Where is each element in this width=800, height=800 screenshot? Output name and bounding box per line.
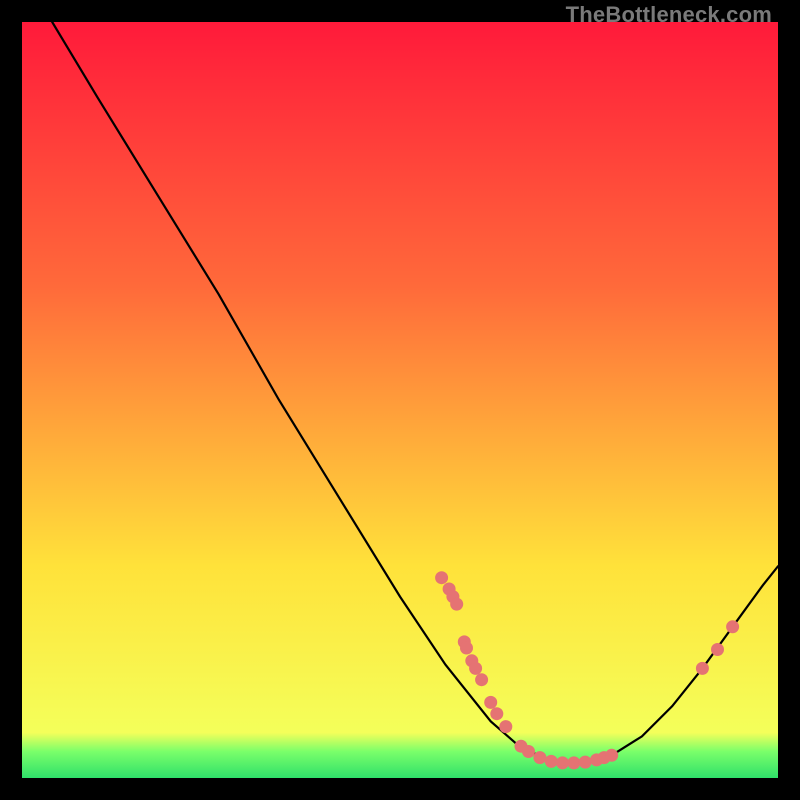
data-point (469, 662, 482, 675)
data-point (460, 642, 473, 655)
data-point (726, 620, 739, 633)
data-point (499, 720, 512, 733)
data-point (490, 707, 503, 720)
data-point (605, 749, 618, 762)
data-point (545, 755, 558, 768)
data-point (435, 571, 448, 584)
data-point (533, 751, 546, 764)
data-point (556, 756, 569, 769)
data-point (579, 756, 592, 769)
data-point (522, 745, 535, 758)
data-point (484, 696, 497, 709)
data-point (450, 598, 463, 611)
data-point (711, 643, 724, 656)
watermark-text: TheBottleneck.com (566, 2, 772, 28)
data-point (567, 756, 580, 769)
data-point (696, 662, 709, 675)
gradient-background (22, 22, 778, 778)
chart-frame (22, 22, 778, 778)
data-point (475, 673, 488, 686)
chart-svg (22, 22, 778, 778)
